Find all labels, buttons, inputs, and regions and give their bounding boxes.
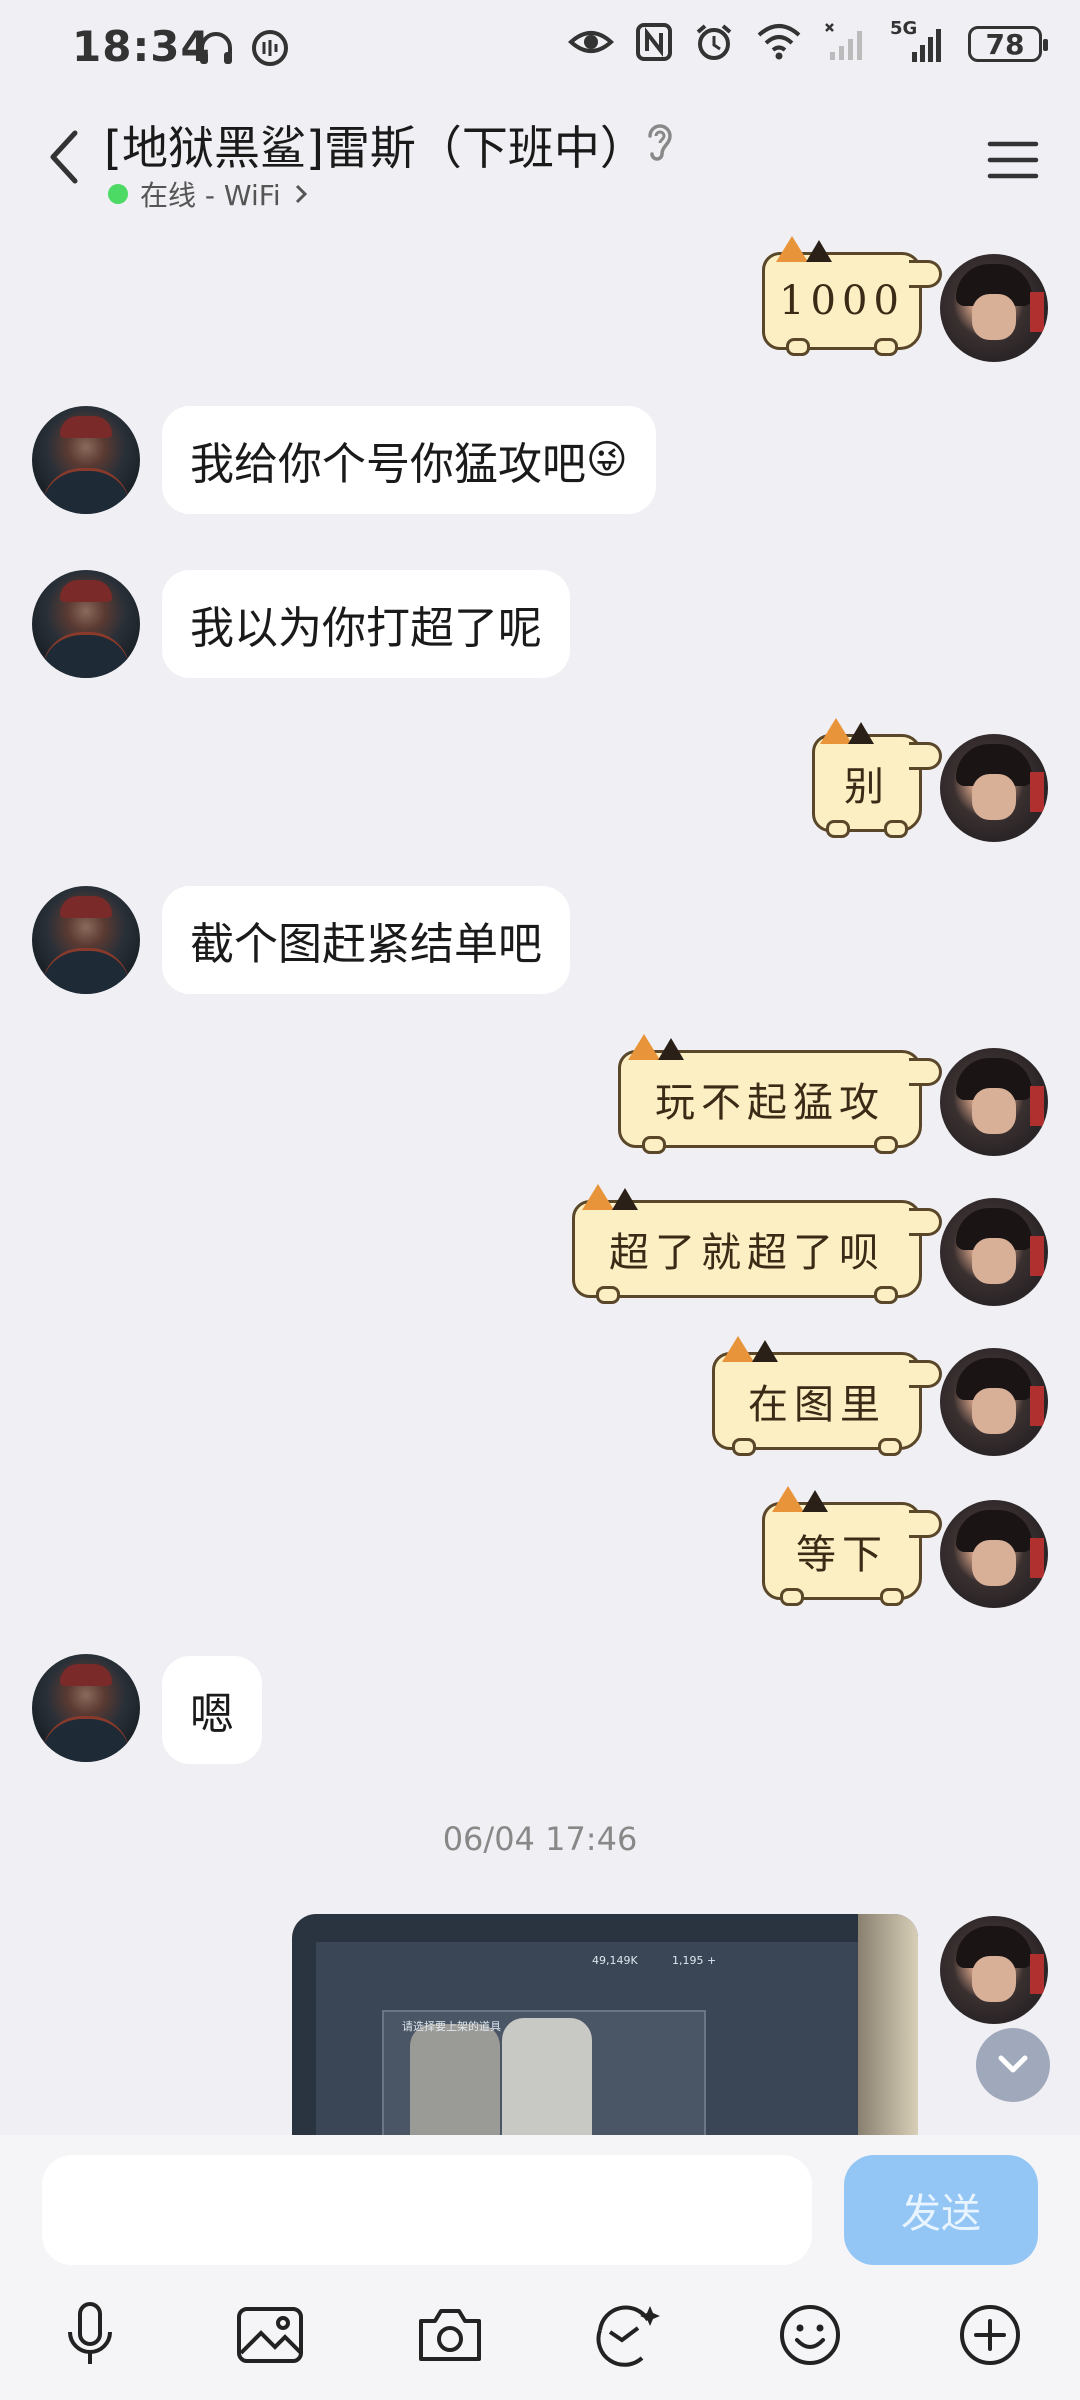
image-message[interactable]: 请选择要上架的道具 49,149K 1,195 + [292, 1914, 918, 2135]
contact-avatar[interactable] [32, 886, 140, 994]
sticker-text: 等下 [796, 1532, 888, 1578]
sticker-text: 超了就超了呗 [609, 1230, 885, 1276]
chat-header: [地狱黑鲨]雷斯（下班中） 在线 - WiFi [0, 100, 1080, 230]
input-toolbar [0, 2295, 1080, 2395]
my-avatar[interactable] [940, 1500, 1048, 1608]
photo-stat-2: 1,195 + [672, 1954, 717, 1967]
hamburger-menu-icon [987, 141, 1039, 179]
contact-name[interactable]: [地狱黑鲨]雷斯（下班中） [104, 112, 646, 178]
nfc-icon [636, 23, 672, 65]
status-bar: 18:34 5G 78 [0, 0, 1080, 100]
emoji-icon[interactable] [770, 2295, 850, 2375]
scroll-to-bottom-button[interactable] [976, 2028, 1050, 2102]
photo-stat-1: 49,149K [592, 1954, 638, 1967]
signal-5g-icon: 5G [890, 18, 946, 64]
online-dot-icon [108, 184, 128, 204]
ai-icon[interactable] [588, 2295, 668, 2375]
message-bubble[interactable]: 我给你个号你猛攻吧 😜 [162, 406, 656, 514]
contact-avatar[interactable] [32, 1654, 140, 1762]
wifi-icon [756, 23, 802, 65]
my-avatar[interactable] [940, 1048, 1048, 1156]
message-bubble[interactable]: 嗯 [162, 1656, 262, 1764]
contact-avatar[interactable] [32, 570, 140, 678]
sticker-message[interactable]: 超了就超了呗 [572, 1184, 942, 1304]
chevron-down-icon [998, 2055, 1028, 2073]
my-avatar[interactable] [940, 734, 1048, 842]
message-text: 我给你个号你猛攻吧 [190, 439, 586, 490]
ear-icon[interactable] [640, 120, 680, 168]
message-bubble[interactable]: 我以为你打超了呢 [162, 570, 570, 678]
my-avatar[interactable] [940, 1916, 1048, 2024]
sticker-text: 1000 [779, 278, 905, 324]
image-icon[interactable] [230, 2295, 310, 2375]
my-avatar[interactable] [940, 254, 1048, 362]
message-text: 我以为你打超了呢 [190, 603, 542, 654]
sticker-message[interactable]: 在图里 [712, 1336, 942, 1456]
headphones-icon [196, 28, 236, 72]
sticker-message[interactable]: 玩不起猛攻 [618, 1034, 942, 1154]
camera-icon[interactable] [410, 2295, 490, 2375]
battery-indicator: 78 [968, 26, 1048, 62]
online-status-text: 在线 - WiFi [140, 179, 281, 212]
contact-avatar[interactable] [32, 406, 140, 514]
alarm-icon [694, 22, 734, 66]
sticker-message[interactable]: 等下 [762, 1486, 942, 1606]
menu-button[interactable] [978, 130, 1048, 190]
signal-sim2-icon [824, 22, 868, 66]
message-text: 截个图赶紧结单吧 [190, 919, 542, 970]
sticker-text: 玩不起猛攻 [655, 1080, 885, 1126]
laughing-emoji: 😜 [586, 437, 628, 483]
my-avatar[interactable] [940, 1198, 1048, 1306]
sticker-text: 在图里 [748, 1382, 886, 1428]
chat-area[interactable]: 1000 我给你个号你猛攻吧 😜 我以为你打超了呢 别 截个图赶紧结单吧 玩不起猛… [0, 230, 1080, 2135]
send-button[interactable]: 发送 [844, 2155, 1038, 2265]
message-timestamp: 06/04 17:46 [442, 1820, 638, 1858]
sticker-message[interactable]: 别 [812, 718, 942, 838]
back-button[interactable] [30, 122, 100, 192]
my-avatar[interactable] [940, 1348, 1048, 1456]
photo-caption: 请选择要上架的道具 [402, 2020, 501, 2033]
online-status[interactable]: 在线 - WiFi [108, 174, 309, 214]
message-bubble[interactable]: 截个图赶紧结单吧 [162, 886, 570, 994]
input-bar: 发送 [0, 2135, 1080, 2400]
app-badge-icon [250, 28, 290, 72]
plus-icon[interactable] [950, 2295, 1030, 2375]
eye-icon [568, 24, 614, 64]
chevron-right-icon [295, 184, 307, 204]
chevron-left-icon [50, 130, 78, 184]
sticker-text: 别 [844, 764, 890, 810]
message-text: 嗯 [190, 1689, 234, 1740]
status-time: 18:34 [72, 22, 211, 71]
mic-icon[interactable] [50, 2295, 130, 2375]
message-input[interactable] [42, 2155, 812, 2265]
sticker-message[interactable]: 1000 [762, 236, 942, 356]
